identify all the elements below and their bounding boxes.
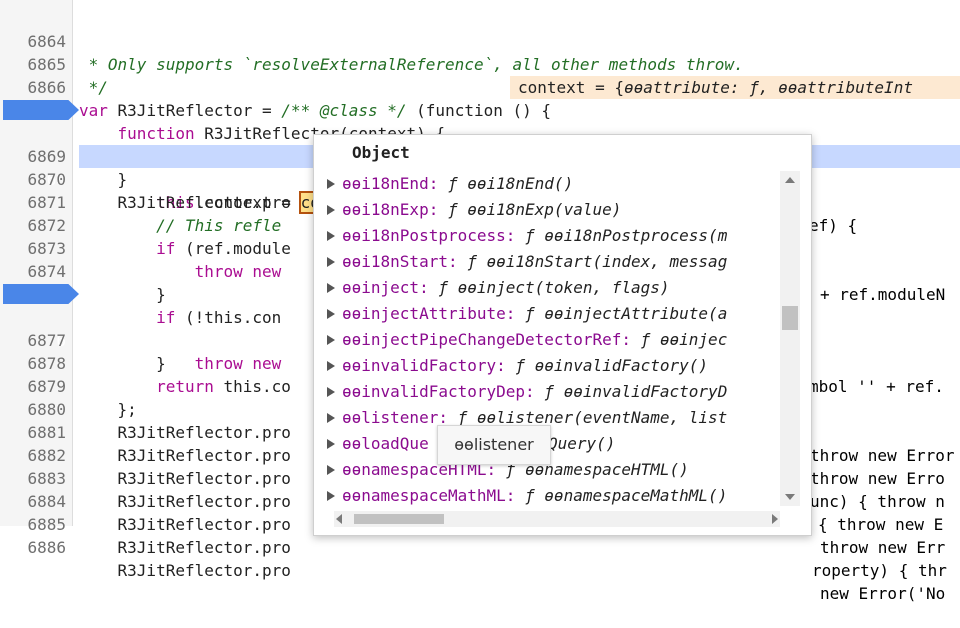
expand-triangle-icon[interactable] [327,335,335,345]
property-name: ɵɵinjectAttribute [342,304,506,323]
vertical-scrollbar[interactable] [780,171,800,506]
property-signature: ƒ ɵɵinjectAttribute(a [525,304,728,323]
property-name: ɵɵinject [342,278,420,297]
property-row[interactable]: ɵɵinvalidFactoryDep: ƒ ɵɵinvalidFactoryD [314,379,784,405]
property-signature: ƒ ɵɵinvalidFactoryD [544,382,728,401]
expand-triangle-icon[interactable] [327,439,335,449]
property-row[interactable]: ɵɵi18nPostprocess: ƒ ɵɵi18nPostprocess(m [314,223,784,249]
property-signature: ƒ ɵɵi18nEnd() [447,174,574,193]
property-name: ɵɵi18nEnd [342,174,429,193]
hover-tooltip: ɵɵlistener [437,425,551,465]
property-row[interactable]: ɵɵi18nExp: ƒ ɵɵi18nExp(value) [314,197,784,223]
code-text: R3JitReflector.pro [79,561,291,580]
property-row[interactable]: ɵɵinvalidFactory: ƒ ɵɵinvalidFactory() [314,353,784,379]
expand-triangle-icon[interactable] [327,179,335,189]
inline-value-label: context = { [518,78,624,97]
property-name: ɵɵnamespaceMathML [342,486,506,505]
expand-triangle-icon[interactable] [327,387,335,397]
property-name: ɵɵinvalidFactory [342,356,497,375]
property-name: ɵɵinjectPipeChangeDetectorRef [342,330,622,349]
property-row[interactable]: ɵɵi18nStart: ƒ ɵɵi18nStart(index, messag [314,249,784,275]
property-signature: ƒ ɵɵnamespaceMathML() [525,486,728,505]
vertical-scroll-thumb[interactable] [782,306,798,330]
line-number[interactable]: 6886 [0,536,66,559]
property-signature: ƒ ɵɵinject(token, flags) [438,278,670,297]
scroll-left-icon[interactable] [336,514,342,524]
scroll-right-icon[interactable] [772,514,778,524]
object-preview-popover[interactable]: Object ɵɵi18nEnd: ƒ ɵɵi18nEnd() ɵɵi18nEx… [313,134,812,536]
breakpoint-marker[interactable] [3,284,79,304]
code-text: throw new Err [820,538,946,557]
inline-value: ɵɵattribute: ƒ, ɵɵattributeInt [623,78,913,97]
horizontal-scroll-thumb[interactable] [354,514,444,524]
expand-triangle-icon[interactable] [327,205,335,215]
property-name: ɵɵlistener [342,408,439,427]
property-signature: ƒ ɵɵinvalidFactory() [515,356,709,375]
property-name: ɵɵi18nPostprocess [342,226,506,245]
scroll-up-icon[interactable] [785,177,795,183]
breakpoint-marker[interactable] [3,100,79,120]
property-name: ɵɵinvalidFactoryDep [342,382,526,401]
property-name: ɵɵi18nStart [342,252,448,271]
property-row[interactable]: ɵɵinject: ƒ ɵɵinject(token, flags) [314,275,784,301]
property-signature: ƒ ɵɵi18nExp(value) [447,200,622,219]
code-line: 6866 var R3JitReflector = /** @class */ … [0,53,960,120]
inline-value-hint: context = {ɵɵattribute: ƒ, ɵɵattributeIn… [510,76,960,99]
property-name: ɵɵloadQue [342,434,429,453]
property-signature: ƒ ɵɵi18nPostprocess(m [525,226,728,245]
horizontal-scrollbar[interactable] [334,511,780,527]
property-row[interactable]: ɵɵnamespaceMathML: ƒ ɵɵnamespaceMathML() [314,483,784,509]
expand-triangle-icon[interactable] [327,413,335,423]
property-signature: ƒ ɵɵi18nStart(index, messag [467,252,728,271]
expand-triangle-icon[interactable] [327,257,335,267]
property-row[interactable]: ɵɵi18nEnd: ƒ ɵɵi18nEnd() [314,171,784,197]
code-text: roperty) { thr [812,561,947,580]
expand-triangle-icon[interactable] [327,491,335,501]
property-row[interactable]: ɵɵinjectPipeChangeDetectorRef: ƒ ɵɵinjec [314,327,784,353]
code-text: new Error('No [820,584,946,603]
code-text: R3JitReflector.pro [79,538,291,557]
property-signature: ƒ ɵɵinjec [640,330,728,349]
popover-title: Object [352,143,410,162]
property-row[interactable]: ɵɵinjectAttribute: ƒ ɵɵinjectAttribute(a [314,301,784,327]
expand-triangle-icon[interactable] [327,231,335,241]
code-line-current: 6868 this.context = context; [0,99,960,214]
expand-triangle-icon[interactable] [327,465,335,475]
expand-triangle-icon[interactable] [327,309,335,319]
expand-triangle-icon[interactable] [327,283,335,293]
expand-triangle-icon[interactable] [327,361,335,371]
code-line: 6864 * Only supports `resolveExternalRef… [0,7,960,74]
property-name: ɵɵi18nExp [342,200,429,219]
code-line: 6865 */ [0,30,960,97]
scroll-down-icon[interactable] [785,494,795,500]
